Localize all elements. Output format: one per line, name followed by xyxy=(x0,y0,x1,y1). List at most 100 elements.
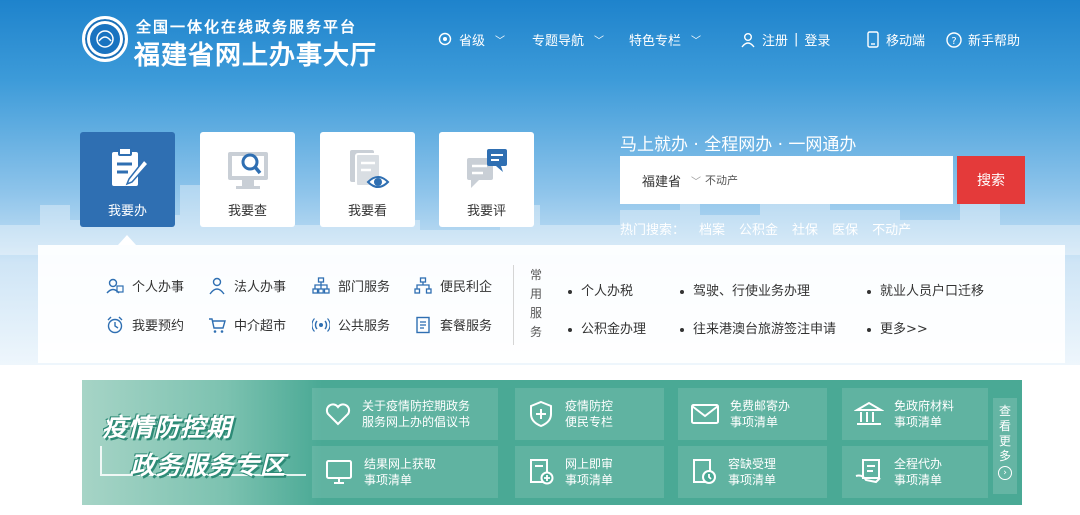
person-icon xyxy=(209,277,225,294)
zone-card-line2: 事项清单 xyxy=(730,415,779,429)
common-service-link[interactable]: 往来港澳台旅游签注申请 xyxy=(680,318,836,337)
user-icon xyxy=(741,32,755,47)
svg-text:?: ? xyxy=(951,36,956,47)
service-label: 中介超市 xyxy=(234,319,287,334)
zone-card-online-result[interactable]: 结果网上获取 事项清单 xyxy=(312,446,498,498)
service-label: 公共服务 xyxy=(338,319,391,334)
zone-card-line2: 事项清单 xyxy=(894,415,943,429)
help-question-icon: ? xyxy=(946,31,962,48)
see-more-char: 看 xyxy=(998,419,1011,433)
tile-view[interactable]: 我要看 xyxy=(320,132,415,227)
zone-card-line1: 免政府材料 xyxy=(894,399,955,413)
person-card-icon xyxy=(106,278,124,293)
doc-clock-icon xyxy=(693,459,716,484)
emblem-logo-icon[interactable] xyxy=(82,16,128,62)
hot-search-item[interactable]: 不动产 xyxy=(872,219,911,238)
mail-icon xyxy=(691,404,719,424)
hot-search-label: 热门搜索： xyxy=(620,223,686,238)
zone-title: 疫情防控期 xyxy=(102,413,233,442)
document-list-icon xyxy=(416,316,430,333)
service-legal-entity[interactable]: 法人办事 xyxy=(208,276,286,295)
more-services-label: 更多>> xyxy=(880,322,928,337)
zone-card-line2: 事项清单 xyxy=(565,473,614,487)
shield-plus-icon xyxy=(530,400,552,428)
common-service-link[interactable]: 公积金办理 xyxy=(568,318,646,337)
doc-plus-icon xyxy=(530,459,554,485)
tile-label: 我要查 xyxy=(227,204,267,219)
alarm-clock-icon xyxy=(107,316,123,333)
zone-card-line1: 免费邮寄办 xyxy=(730,399,791,413)
common-service-link[interactable]: 就业人员户口迁移 xyxy=(867,280,984,299)
search-bar: 福建省 ﹀ xyxy=(620,156,953,204)
nav-help-label: 新手帮助 xyxy=(968,34,1021,49)
common-service-label: 驾驶、行使业务办理 xyxy=(693,284,811,299)
zone-card-line1: 容缺受理 xyxy=(728,457,777,471)
nav-special-menu[interactable]: 特色专栏 ﹀ xyxy=(629,30,701,49)
zone-card-line1: 疫情防控 xyxy=(565,399,614,413)
zone-card-initiative[interactable]: 关于疫情防控期政务 服务网上办的倡议书 xyxy=(312,388,498,440)
zone-see-more-button[interactable]: 查 看 更 多 › xyxy=(993,398,1017,494)
hot-search-item[interactable]: 档案 xyxy=(699,219,725,238)
search-region-select[interactable]: 福建省 xyxy=(642,171,681,190)
zone-card-line1: 关于疫情防控期政务 xyxy=(362,399,471,413)
document-eye-icon xyxy=(349,150,389,188)
see-more-char: 查 xyxy=(998,404,1011,418)
nav-topics-menu[interactable]: 专题导航 ﹀ xyxy=(532,30,604,49)
more-services-link[interactable]: 更多>> xyxy=(867,318,928,337)
service-convenience[interactable]: 便民利企 xyxy=(414,276,492,295)
panel-divider xyxy=(513,265,514,345)
hot-search-item[interactable]: 社保 xyxy=(792,219,818,238)
nav-region-label: 省级 xyxy=(459,34,486,49)
service-appointment[interactable]: 我要预约 xyxy=(106,315,184,334)
see-more-char: 多 xyxy=(998,449,1011,463)
nav-help-link[interactable]: ? 新手帮助 xyxy=(946,30,1020,49)
search-button[interactable]: 搜索 xyxy=(957,156,1025,204)
service-department[interactable]: 部门服务 xyxy=(312,276,390,295)
zone-card-instant-review[interactable]: 网上即审 事项清单 xyxy=(515,446,664,498)
hot-search-item[interactable]: 公积金 xyxy=(739,219,778,238)
monitor-icon xyxy=(326,460,352,484)
service-package[interactable]: 套餐服务 xyxy=(414,315,492,334)
register-link[interactable]: 注册 xyxy=(762,30,788,49)
common-service-label: 就业人员户口迁移 xyxy=(880,284,985,299)
service-personal[interactable]: 个人办事 xyxy=(106,276,184,295)
service-public[interactable]: 公共服务 xyxy=(312,315,390,334)
service-label: 法人办事 xyxy=(234,280,287,295)
chat-bubbles-icon xyxy=(466,149,507,188)
zone-card-free-mail[interactable]: 免费邮寄办 事项清单 xyxy=(678,388,827,440)
nav-mobile-link[interactable]: 移动端 xyxy=(866,30,925,49)
zone-card-no-gov-material[interactable]: 免政府材料 事项清单 xyxy=(842,388,988,440)
service-label: 我要预约 xyxy=(132,319,185,334)
site-title[interactable]: 福建省网上办事大厅 xyxy=(134,35,377,72)
service-label: 部门服务 xyxy=(338,280,391,295)
zone-subtitle: 政务服务专区 xyxy=(130,451,287,480)
tile-label: 我要办 xyxy=(107,204,147,219)
common-service-link[interactable]: 个人办税 xyxy=(568,280,633,299)
chevron-down-icon: ﹀ xyxy=(594,36,605,47)
search-input[interactable] xyxy=(705,173,906,187)
zone-card-line2: 事项清单 xyxy=(364,473,413,487)
tile-query[interactable]: 我要查 xyxy=(200,132,295,227)
tile-label: 我要评 xyxy=(466,204,506,219)
shopping-cart-icon xyxy=(209,317,226,333)
tile-evaluate[interactable]: 我要评 xyxy=(439,132,534,227)
common-service-link[interactable]: 驾驶、行使业务办理 xyxy=(680,280,810,299)
login-link[interactable]: 登录 xyxy=(804,30,830,49)
zone-card-convenience[interactable]: 疫情防控 便民专栏 xyxy=(515,388,664,440)
hot-searches: 热门搜索： 档案 公积金 社保 医保 不动产 xyxy=(620,219,911,238)
zone-card-tolerant-acceptance[interactable]: 容缺受理 事项清单 xyxy=(678,446,827,498)
org-chart-icon xyxy=(312,276,330,294)
common-services-title: 常用服务 xyxy=(529,268,542,339)
zone-card-full-agency[interactable]: 全程代办 事项清单 xyxy=(842,446,988,498)
service-agency-market[interactable]: 中介超市 xyxy=(208,315,286,334)
mobile-phone-icon xyxy=(867,31,879,48)
hand-doc-icon xyxy=(855,459,881,484)
nav-region-select[interactable]: 省级 ﹀ xyxy=(437,30,505,49)
services-panel xyxy=(38,245,1065,363)
slogan: 马上就办 · 全程网办 · 一网通办 xyxy=(620,135,857,155)
chevron-down-icon: ﹀ xyxy=(691,36,702,47)
tile-do-business[interactable]: 我要办 xyxy=(80,132,175,227)
nav-account: 注册 | 登录 xyxy=(740,30,830,49)
clipboard-pen-icon xyxy=(111,147,149,186)
hot-search-item[interactable]: 医保 xyxy=(832,219,858,238)
